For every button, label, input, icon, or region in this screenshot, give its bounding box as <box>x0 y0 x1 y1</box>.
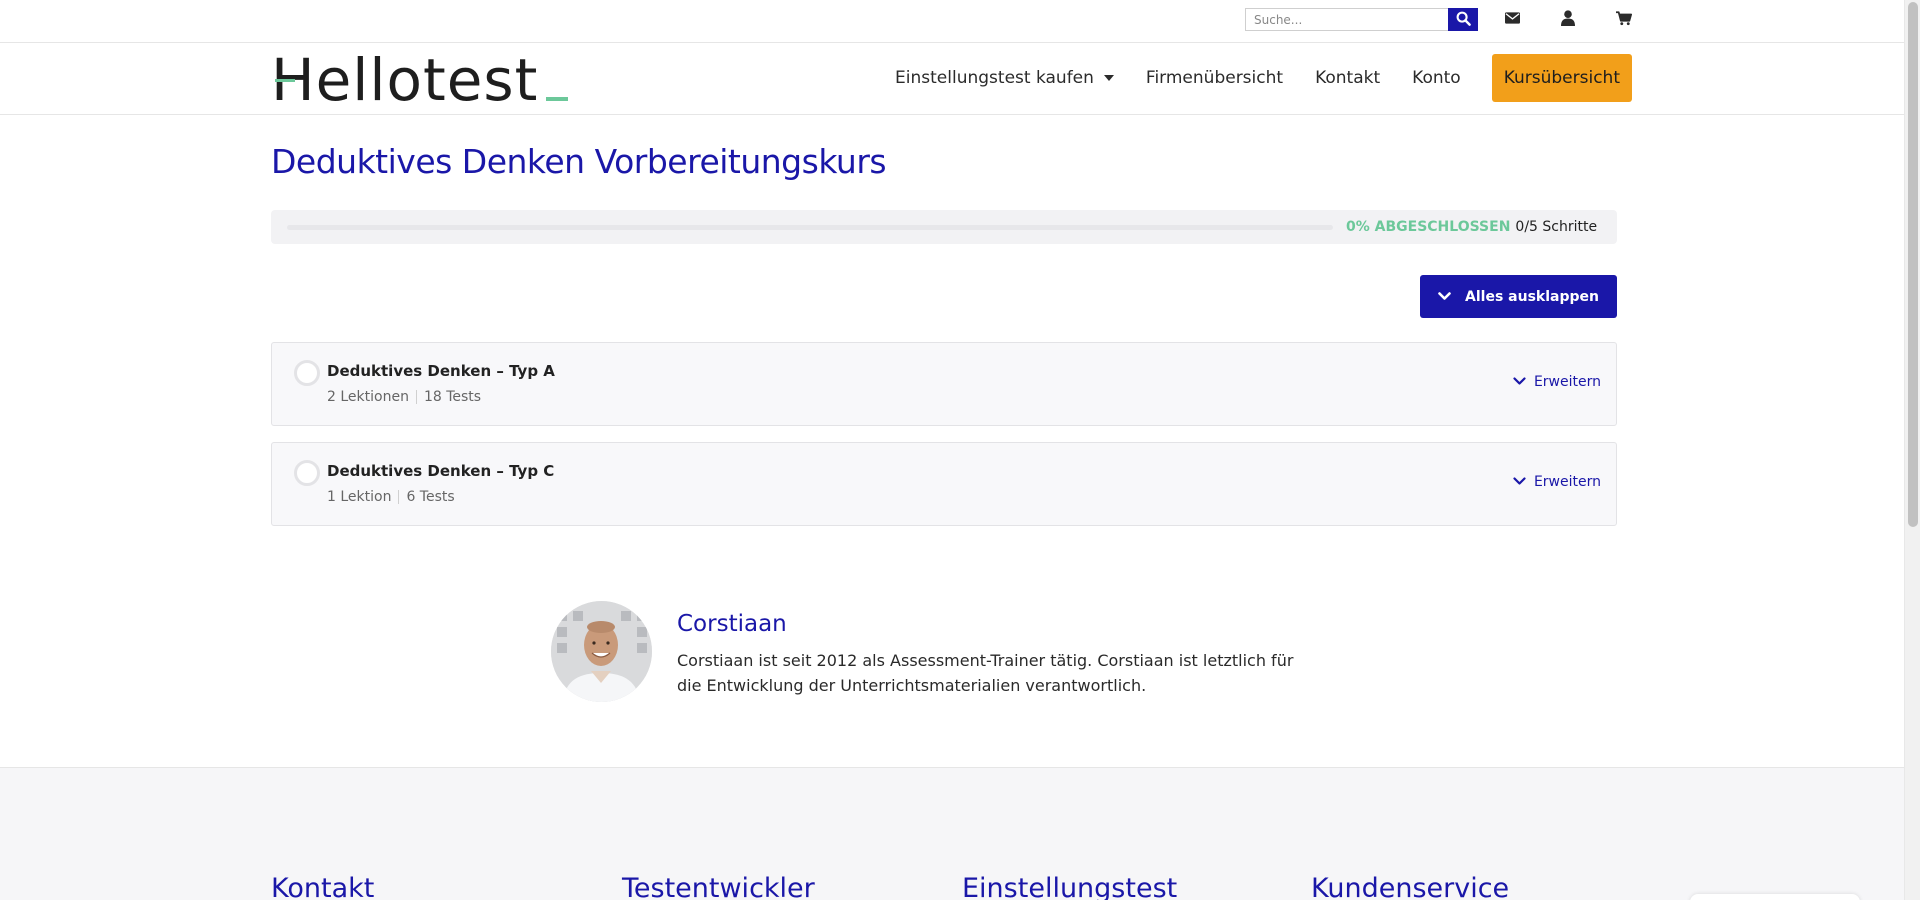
scrollbar[interactable] <box>1904 0 1920 900</box>
progress-percent: 0% ABGESCHLOSSEN <box>1346 219 1511 235</box>
top-utility-bar <box>0 0 1904 43</box>
section-title[interactable]: Deduktives Denken – Typ A <box>327 362 555 380</box>
floating-widget[interactable] <box>1690 894 1860 900</box>
course-section: Deduktives Denken – Typ A 2 Lektionen 18… <box>271 342 1617 426</box>
nav-label: Firmenübersicht <box>1145 68 1284 88</box>
section-status-circle[interactable] <box>294 360 320 386</box>
meta-divider <box>415 390 417 404</box>
logo-underscore <box>546 97 569 101</box>
author-avatar <box>551 601 652 702</box>
section-meta: 2 Lektionen 18 Tests <box>327 389 481 405</box>
nav-item-firmenuebersicht[interactable]: Firmenübersicht <box>1130 54 1299 102</box>
lesson-count: 2 Lektionen <box>327 389 409 405</box>
scrollbar-thumb[interactable] <box>1908 2 1918 527</box>
chevron-down-icon <box>1513 374 1526 390</box>
search-form <box>1245 8 1478 31</box>
footer-heading-testentwickler: Testentwickler <box>622 873 815 900</box>
expand-all-label: Alles ausklappen <box>1465 288 1599 305</box>
logo-text: Hellotest <box>271 46 539 114</box>
test-count: 6 Tests <box>406 489 455 505</box>
caret-down-icon <box>1103 75 1114 81</box>
site-logo[interactable]: Hellotest <box>271 46 569 114</box>
nav-label: Kursübersicht <box>1503 68 1620 88</box>
chevron-down-icon <box>1513 474 1526 490</box>
page-title: Deduktives Denken Vorbereitungskurs <box>271 142 887 181</box>
cart-icon[interactable] <box>1614 8 1634 28</box>
search-icon <box>1456 11 1471 29</box>
expand-label: Erweitern <box>1533 474 1601 490</box>
search-input[interactable] <box>1245 8 1448 31</box>
expand-label: Erweitern <box>1533 374 1601 390</box>
section-expand-button[interactable]: Erweitern <box>1513 374 1601 390</box>
nav-item-kursuebersicht[interactable]: Kursübersicht <box>1491 54 1632 102</box>
footer-heading-einstellungstest: Einstellungstest <box>962 873 1178 900</box>
nav-item-kontakt[interactable]: Kontakt <box>1299 54 1396 102</box>
author-name: Corstiaan <box>677 611 787 637</box>
course-section: Deduktives Denken – Typ C 1 Lektion 6 Te… <box>271 442 1617 526</box>
nav-item-einstellungstest-kaufen[interactable]: Einstellungstest kaufen <box>879 54 1130 102</box>
course-progress: 0% ABGESCHLOSSEN 0/5 Schritte <box>271 210 1617 244</box>
lesson-count: 1 Lektion <box>327 489 392 505</box>
chevron-down-icon <box>1438 289 1451 305</box>
footer-heading-kontakt: Kontakt <box>271 873 375 900</box>
footer-heading-kundenservice: Kundenservice <box>1311 873 1510 900</box>
progress-steps: 0/5 Schritte <box>1515 219 1598 235</box>
progress-label: 0% ABGESCHLOSSEN 0/5 Schritte <box>1346 219 1597 235</box>
mail-icon[interactable] <box>1502 8 1522 28</box>
main-nav: Einstellungstest kaufen Firmenübersicht … <box>879 54 1632 102</box>
nav-label: Kontakt <box>1315 68 1381 88</box>
search-button[interactable] <box>1448 8 1478 31</box>
logo-accent <box>275 79 295 82</box>
meta-divider <box>398 490 400 504</box>
user-icon[interactable] <box>1558 8 1578 28</box>
test-count: 18 Tests <box>423 389 482 405</box>
nav-label: Einstellungstest kaufen <box>895 68 1094 88</box>
progress-track <box>287 225 1333 230</box>
section-title[interactable]: Deduktives Denken – Typ C <box>327 462 554 480</box>
nav-label: Konto <box>1412 68 1461 88</box>
expand-all-button[interactable]: Alles ausklappen <box>1420 275 1617 318</box>
nav-item-konto[interactable]: Konto <box>1396 54 1477 102</box>
section-meta: 1 Lektion 6 Tests <box>327 489 455 505</box>
section-expand-button[interactable]: Erweitern <box>1513 474 1601 490</box>
author-card: Corstiaan Corstiaan ist seit 2012 als As… <box>551 601 1311 703</box>
site-header: Hellotest Einstellungstest kaufen Firmen… <box>0 43 1904 115</box>
site-footer: Kontakt Testentwickler Einstellungstest … <box>0 767 1904 900</box>
author-bio: Corstiaan ist seit 2012 als Assessment-T… <box>677 651 1294 695</box>
section-status-circle[interactable] <box>294 460 320 486</box>
